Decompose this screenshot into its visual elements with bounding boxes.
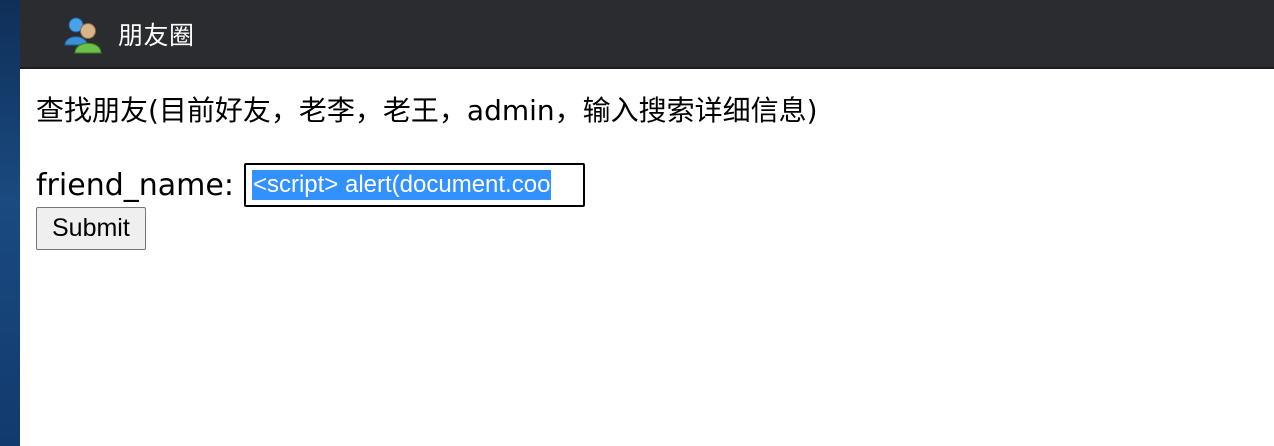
friend-search-form: friend_name: <script> alert(document.coo…	[36, 163, 1274, 250]
users-icon	[62, 14, 102, 54]
input-selected-text: <script> alert(document.coo	[251, 170, 552, 200]
search-heading: 查找朋友(目前好友，老李，老王，admin，输入搜索详细信息)	[36, 94, 818, 127]
main-content: 查找朋友(目前好友，老李，老王，admin，输入搜索详细信息) friend_n…	[20, 91, 1274, 250]
desktop-background	[0, 0, 20, 446]
submit-button[interactable]: Submit	[36, 207, 146, 250]
friend-name-label: friend_name:	[36, 167, 234, 203]
friend-name-row: friend_name: <script> alert(document.coo	[36, 163, 1274, 207]
friend-name-input[interactable]: <script> alert(document.coo	[243, 163, 585, 207]
app-title: 朋友圈	[118, 20, 195, 50]
app-header: 朋友圈	[20, 0, 1274, 69]
browser-window: 朋友圈 查找朋友(目前好友，老李，老王，admin，输入搜索详细信息) frie…	[20, 0, 1274, 446]
